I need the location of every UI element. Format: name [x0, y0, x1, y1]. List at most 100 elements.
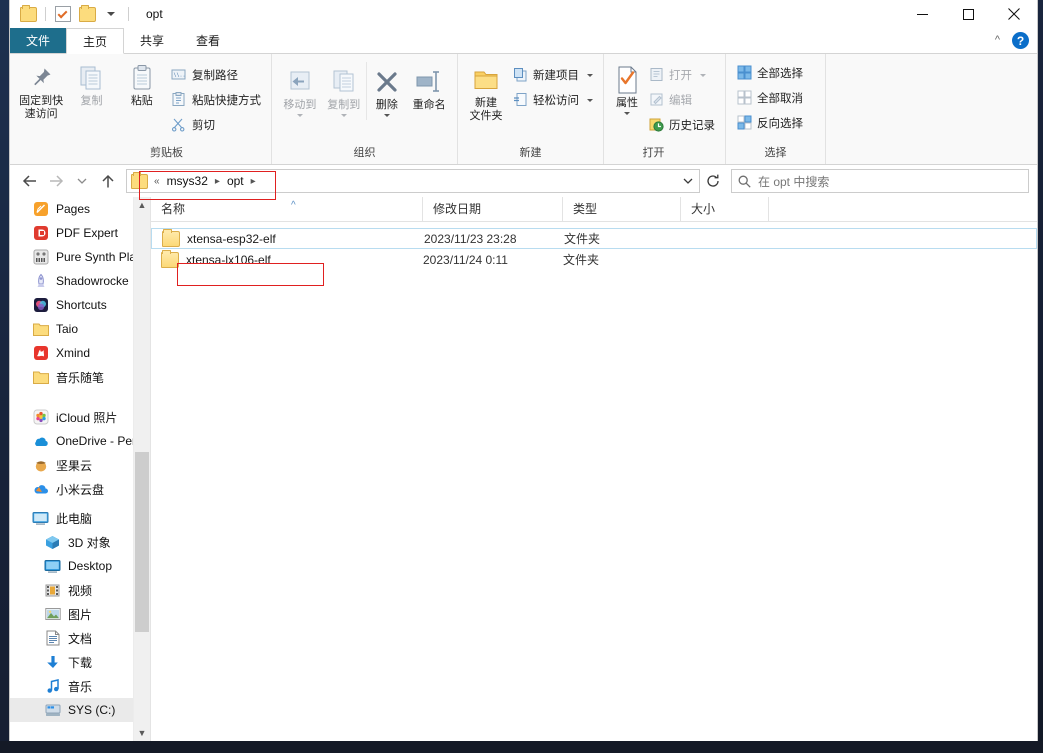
copy-icon [76, 61, 106, 95]
history-button[interactable]: 历史记录 [644, 112, 719, 137]
copy-button[interactable]: 复制 [66, 58, 116, 111]
minimize-button[interactable] [899, 0, 945, 28]
breadcrumb-overflow[interactable]: « [153, 176, 161, 187]
svg-text:\\..: \\.. [174, 73, 186, 79]
nav-item-downloads[interactable]: 下载 [10, 650, 134, 674]
column-header-date[interactable]: 修改日期 [423, 197, 563, 221]
edit-button[interactable]: 编辑 [644, 87, 719, 112]
scroll-down-icon[interactable]: ▼ [134, 725, 150, 741]
breadcrumb-item-msys32[interactable]: msys32 [163, 174, 212, 188]
copy-to-caret-icon[interactable] [340, 114, 347, 117]
forward-button[interactable] [44, 169, 68, 193]
copy-to-button[interactable]: 复制到 [322, 62, 366, 120]
nav-item-sys-c-drive[interactable]: SYS (C:) [10, 698, 134, 722]
column-header-name[interactable]: 名称 ^ [151, 197, 423, 221]
properties-checkbox-icon[interactable] [53, 4, 73, 24]
close-button[interactable] [991, 0, 1037, 28]
scrollbar-thumb[interactable] [135, 452, 149, 632]
breadcrumb-separator-2[interactable]: ▸ [250, 176, 257, 187]
tab-home[interactable]: 主页 [66, 28, 125, 54]
delete-caret-icon[interactable] [383, 114, 390, 117]
customize-caret-icon[interactable] [101, 4, 121, 24]
select-none-icon [736, 90, 752, 106]
nav-item-label: Xmind [56, 346, 91, 360]
delete-button[interactable]: 删除 [365, 62, 408, 120]
nav-item-icloud-photos[interactable]: iCloud 照片 [10, 405, 134, 429]
select-all-button[interactable]: 全部选择 [732, 60, 807, 85]
back-button[interactable] [18, 169, 42, 193]
open-caret-icon[interactable] [700, 74, 706, 77]
search-input-placeholder: 在 opt 中搜索 [758, 174, 830, 189]
rename-button[interactable]: 重命名 [407, 62, 451, 115]
table-row[interactable]: xtensa-lx106-elf 2023/11/24 0:11 文件夹 [151, 249, 1037, 270]
nav-item-taio[interactable]: Taio [10, 317, 134, 341]
nav-item-desktop[interactable]: Desktop [10, 554, 134, 578]
nav-item-videos[interactable]: 视频 [10, 578, 134, 602]
file-rows: xtensa-esp32-elf 2023/11/23 23:28 文件夹 xt… [151, 222, 1037, 270]
folder-icon[interactable] [18, 4, 38, 24]
recent-locations-button[interactable] [70, 169, 94, 193]
nav-item-pictures[interactable]: 图片 [10, 602, 134, 626]
nav-item-music[interactable]: 音乐 [10, 674, 134, 698]
new-folder-button[interactable]: 新建 文件夹 [464, 60, 508, 126]
copy-path-button[interactable]: \\.. 复制路径 [167, 62, 265, 87]
select-all-label: 全部选择 [757, 67, 803, 80]
move-to-button[interactable]: 移动到 [278, 62, 322, 120]
new-small-buttons: 新建项目 轻松访问 [508, 60, 597, 112]
address-bar[interactable]: « msys32 ▸ opt ▸ [126, 169, 700, 193]
pin-to-quick-access-button[interactable]: 固定到快 速访问 [16, 58, 66, 124]
nav-item-xmind[interactable]: Xmind [10, 341, 134, 365]
easy-access-button[interactable]: 轻松访问 [508, 87, 597, 112]
nav-item-3d-objects[interactable]: 3D 对象 [10, 530, 134, 554]
address-dropdown-icon[interactable] [677, 177, 699, 185]
search-box[interactable]: 在 opt 中搜索 [731, 169, 1029, 193]
chevron-up-icon[interactable]: ^ [991, 35, 1004, 46]
nav-item-pure-synth[interactable]: Pure Synth Pla [10, 245, 134, 269]
move-to-caret-icon[interactable] [296, 114, 303, 117]
tab-view[interactable]: 查看 [180, 28, 236, 53]
paste-shortcut-button[interactable]: 粘贴快捷方式 [167, 87, 265, 112]
cut-button[interactable]: 剪切 [167, 112, 265, 137]
file-type-cell: 文件夹 [564, 232, 601, 246]
nav-item-label: 下载 [68, 655, 93, 670]
nav-item-mi-cloud[interactable]: 小米云盘 [10, 477, 134, 501]
select-none-button[interactable]: 全部取消 [732, 85, 807, 110]
column-header-size[interactable]: 大小 [681, 197, 769, 221]
content-area: Pages PDF Expert Pure Synth Pla Shadowro… [10, 197, 1037, 741]
nav-item-nutstore[interactable]: 坚果云 [10, 453, 134, 477]
open-button[interactable]: 打开 [644, 62, 719, 87]
history-label: 历史记录 [669, 119, 715, 132]
refresh-button[interactable] [702, 174, 724, 188]
scroll-up-icon[interactable]: ▲ [134, 197, 150, 213]
column-header-type[interactable]: 类型 [563, 197, 681, 221]
nav-item-onedrive[interactable]: OneDrive - Per [10, 429, 134, 453]
navigation-scrollbar[interactable]: ▲ ▼ [133, 197, 150, 741]
up-button[interactable] [96, 169, 120, 193]
nav-item-pages[interactable]: Pages [10, 197, 134, 221]
nav-item-label: 此电脑 [56, 511, 93, 526]
nav-item-music-notes[interactable]: 音乐随笔 [10, 365, 134, 389]
paste-button[interactable]: 粘贴 [117, 58, 167, 111]
nav-item-pdf-expert[interactable]: PDF Expert [10, 221, 134, 245]
nav-item-documents[interactable]: 文档 [10, 626, 134, 650]
easy-access-caret-icon[interactable] [587, 99, 593, 102]
nav-item-label: 音乐随笔 [56, 370, 105, 385]
invert-selection-button[interactable]: 反向选择 [732, 110, 807, 135]
nav-item-shadowrocket[interactable]: Shadowrocke [10, 269, 134, 293]
tab-file[interactable]: 文件 [10, 28, 67, 53]
tab-share[interactable]: 共享 [124, 28, 180, 53]
new-item-caret-icon[interactable] [587, 74, 593, 77]
table-row[interactable]: xtensa-esp32-elf 2023/11/23 23:28 文件夹 [151, 228, 1037, 249]
nav-item-shortcuts[interactable]: Shortcuts [10, 293, 134, 317]
help-icon[interactable]: ? [1012, 32, 1029, 49]
properties-caret-icon[interactable] [624, 112, 630, 115]
pin-label-line1: 固定到快 [19, 95, 64, 107]
breadcrumb-separator-1[interactable]: ▸ [214, 176, 221, 187]
new-item-button[interactable]: 新建项目 [508, 62, 597, 87]
new-folder-icon[interactable] [77, 4, 97, 24]
nav-item-this-pc[interactable]: 此电脑 [10, 506, 134, 530]
properties-button[interactable]: 属性 [610, 60, 644, 118]
breadcrumb-item-opt[interactable]: opt [223, 174, 248, 188]
maximize-button[interactable] [945, 0, 991, 28]
new-folder-icon [471, 63, 501, 97]
